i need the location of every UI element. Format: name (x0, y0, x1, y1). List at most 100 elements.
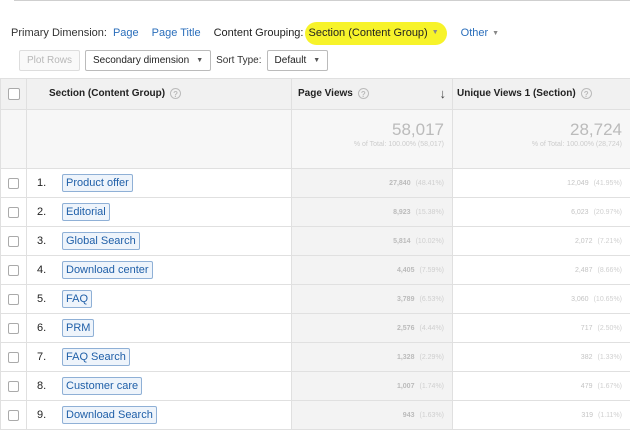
unique-views-cell: 3,060 (10.65%) (453, 285, 630, 314)
row-index: 8. (27, 380, 62, 392)
unique-views-value: 2,487 (575, 267, 593, 274)
section-link[interactable]: Product offer (62, 174, 133, 192)
plot-rows-button[interactable]: Plot Rows (19, 50, 80, 71)
other-dimension-menu[interactable]: Other▼ (461, 27, 499, 39)
row-checkbox[interactable] (8, 410, 19, 421)
table-row: 7.FAQ Search1,328(2.29%)382(1.33%) (1, 343, 630, 372)
select-all-checkbox[interactable] (8, 88, 20, 100)
table-row: 3.Global Search5,814(10.02%)2,072(7.21%) (1, 227, 630, 256)
row-select-cell (1, 198, 27, 227)
header-page-views[interactable]: Page Views? ↓ (292, 79, 453, 110)
page-views-value: 943 (403, 412, 415, 419)
row-checkbox[interactable] (8, 323, 19, 334)
row-index: 4. (27, 264, 62, 276)
total-unique-views-sub: % of Total: 100.00% (28,724) (453, 141, 622, 148)
section-cell: 6.PRM (27, 314, 292, 343)
caret-down-icon: ▼ (196, 57, 203, 64)
page-views-percent: (48.41%) (416, 180, 444, 187)
divider-line (14, 0, 630, 1)
section-cell: 4.Download center (27, 256, 292, 285)
totals-row: 58,017 % of Total: 100.00% (58,017) 28,7… (1, 110, 630, 169)
section-link[interactable]: Editorial (62, 203, 110, 221)
unique-views-percent: (41.95%) (594, 180, 622, 187)
section-link[interactable]: Download center (62, 261, 153, 279)
row-index: 5. (27, 293, 62, 305)
table-row: 1.Product offer 27,840 (48.41%) 12,049(41.9… (1, 169, 630, 198)
help-icon[interactable]: ? (358, 88, 369, 99)
help-icon[interactable]: ? (170, 88, 181, 99)
caret-down-icon: ▼ (492, 30, 499, 37)
row-select-cell (1, 372, 27, 401)
section-link[interactable]: FAQ (62, 290, 92, 308)
secondary-dimension-dropdown[interactable]: Secondary dimension ▼ (85, 50, 211, 71)
unique-views-percent: (20.97%) (594, 209, 622, 216)
section-link[interactable]: Download Search (62, 406, 157, 424)
header-section[interactable]: Section (Content Group)? (27, 79, 292, 110)
page-views-value: 1,007 (397, 383, 415, 390)
page-views-cell: 5,814(10.02%) (292, 227, 453, 256)
row-checkbox[interactable] (8, 381, 19, 392)
page-views-cell: 8,923 (15.38%) (292, 198, 453, 227)
page-views-cell: 3,789 (6.53%) (292, 285, 453, 314)
page-views-value: 8,923 (393, 209, 411, 216)
help-icon[interactable]: ? (581, 88, 592, 99)
unique-views-cell: 2,487(8.66%) (453, 256, 630, 285)
page-views-value: 27,840 (389, 180, 410, 187)
unique-views-percent: (10.65%) (594, 296, 622, 303)
page-views-cell: 2,576 (4.44%) (292, 314, 453, 343)
header-unique-views[interactable]: Unique Views 1 (Section)? (453, 79, 630, 110)
select-all-cell (1, 79, 27, 110)
row-checkbox[interactable] (8, 207, 19, 218)
row-index: 6. (27, 322, 62, 334)
page-views-cell: 4,405(7.59%) (292, 256, 453, 285)
page-views-percent: (4.44%) (419, 325, 444, 332)
page-views-percent: (7.59%) (419, 267, 444, 274)
section-cell: 1.Product offer (27, 169, 292, 198)
unique-views-percent: (1.33%) (597, 354, 622, 361)
totals-empty-cell (27, 110, 292, 169)
table-row: 6.PRM 2,576 (4.44%) 717(2.50%) (1, 314, 630, 343)
row-checkbox[interactable] (8, 294, 19, 305)
sort-type-dropdown[interactable]: Default ▼ (267, 50, 329, 71)
totals-empty-cell (1, 110, 27, 169)
page-views-percent: (6.53%) (419, 296, 444, 303)
row-index: 9. (27, 409, 62, 421)
row-select-cell (1, 169, 27, 198)
page-views-value: 2,576 (397, 325, 415, 332)
section-cell: 2.Editorial (27, 198, 292, 227)
row-checkbox[interactable] (8, 236, 19, 247)
caret-down-icon: ▼ (313, 57, 320, 64)
page-views-cell: 943(1.63%) (292, 401, 453, 430)
section-link[interactable]: Global Search (62, 232, 140, 250)
page-views-percent: (2.29%) (419, 354, 444, 361)
unique-views-cell: 12,049(41.95%) (453, 169, 630, 198)
secondary-dimension-label: Secondary dimension (93, 55, 189, 66)
dimension-page-title-link[interactable]: Page Title (152, 27, 201, 39)
header-page-views-label: Page Views (298, 89, 353, 100)
sort-arrow-down-icon[interactable]: ↓ (440, 86, 447, 101)
row-index: 7. (27, 351, 62, 363)
sort-type-value: Default (275, 55, 307, 66)
section-link[interactable]: FAQ Search (62, 348, 130, 366)
dimension-page-link[interactable]: Page (113, 27, 139, 39)
unique-views-value: 3,060 (571, 296, 589, 303)
section-link[interactable]: Customer care (62, 377, 142, 395)
page-views-percent: (10.02%) (416, 238, 444, 245)
unique-views-percent: (7.21%) (597, 238, 622, 245)
row-select-cell (1, 285, 27, 314)
table-toolbar: Plot Rows Secondary dimension▼ Sort Type… (19, 50, 333, 71)
total-page-views: 58,017 % of Total: 100.00% (58,017) (292, 110, 453, 169)
content-grouping-selector[interactable]: Section (Content Group)▼ (305, 22, 446, 45)
row-checkbox[interactable] (8, 352, 19, 363)
page-views-value: 3,789 (397, 296, 415, 303)
section-cell: 9.Download Search (27, 401, 292, 430)
section-link[interactable]: PRM (62, 319, 94, 337)
unique-views-value: 2,072 (575, 238, 593, 245)
table-row: 5.FAQ 3,789 (6.53%) 3,060 (10.65%) (1, 285, 630, 314)
row-checkbox[interactable] (8, 178, 19, 189)
section-cell: 8.Customer care (27, 372, 292, 401)
page-views-percent: (15.38%) (416, 209, 444, 216)
row-checkbox[interactable] (8, 265, 19, 276)
row-select-cell (1, 401, 27, 430)
unique-views-cell: 717(2.50%) (453, 314, 630, 343)
